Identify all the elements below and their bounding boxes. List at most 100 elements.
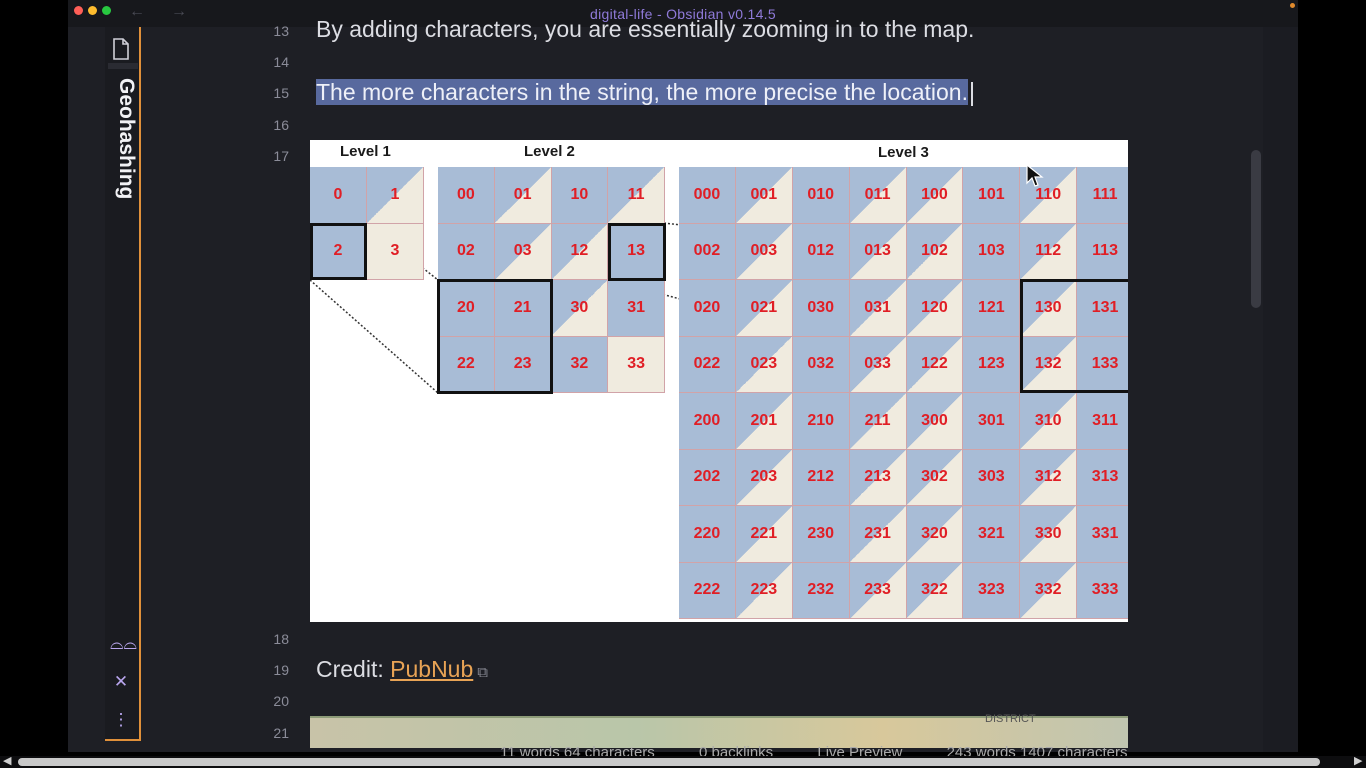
line-number: 19 — [273, 662, 289, 678]
geohash-cell: 303 — [963, 449, 1021, 506]
geohash-cell: 021 — [735, 280, 793, 337]
geohash-cell: 000 — [679, 167, 736, 224]
geohash-cell: 121 — [963, 280, 1021, 337]
text-cursor — [970, 81, 973, 106]
geohash-cell: 022 — [679, 336, 736, 393]
geohash-cell: 012 — [792, 223, 850, 280]
geohash-cell: 332 — [1020, 562, 1078, 619]
geohash-cell: 311 — [1077, 393, 1128, 450]
geohash-cell: 33 — [608, 336, 665, 393]
line-number: 17 — [273, 148, 289, 164]
geohash-cell: 230 — [792, 506, 850, 563]
geohash-cell: 03 — [494, 223, 552, 280]
geohash-cell: 202 — [679, 449, 736, 506]
geohash-cell: 0 — [310, 167, 367, 224]
geohash-cell: 322 — [906, 562, 964, 619]
geohash-cell: 310 — [1020, 393, 1078, 450]
geohash-cell: 023 — [735, 336, 793, 393]
line-number: 20 — [273, 693, 289, 709]
editor-mode[interactable]: Live Preview — [817, 744, 902, 756]
geohash-cell: 002 — [679, 223, 736, 280]
geohash-cell: 031 — [849, 280, 907, 337]
geohash-cell: 3 — [367, 223, 424, 280]
backlinks-count[interactable]: 0 backlinks — [699, 744, 773, 756]
geohash-cell: 213 — [849, 449, 907, 506]
geohash-cell: 120 — [906, 280, 964, 337]
line-number: 21 — [273, 725, 289, 741]
geohash-cell: 233 — [849, 562, 907, 619]
scroll-left-icon[interactable]: ◀ — [3, 754, 11, 767]
geohash-cell: 100 — [906, 167, 964, 224]
notification-dot — [1290, 3, 1295, 8]
geohash-cell: 102 — [906, 223, 964, 280]
geohash-cell: 001 — [735, 167, 793, 224]
geohash-cell: 313 — [1077, 449, 1128, 506]
geohash-cell: 222 — [679, 562, 736, 619]
more-options-icon[interactable]: ⋮ — [110, 710, 132, 730]
selection-word-count: 11 words 64 characters — [500, 744, 655, 756]
geohash-cell: 01 — [494, 167, 552, 224]
geohash-cell: 123 — [963, 336, 1021, 393]
pubnub-link[interactable]: PubNub — [390, 656, 473, 682]
geohash-cell: 12 — [551, 223, 609, 280]
geohash-cell: 301 — [963, 393, 1021, 450]
status-bar: 11 words 64 characters 0 backlinks Live … — [500, 742, 1280, 756]
geohash-cell: 300 — [906, 393, 964, 450]
glasses-icon[interactable]: ⌓⌓ — [110, 634, 137, 654]
document-word-count: 243 words 1407 characters — [946, 744, 1128, 756]
geohash-cell: 200 — [679, 393, 736, 450]
geohash-cell: 330 — [1020, 506, 1078, 563]
geohash-cell: 201 — [735, 393, 793, 450]
geohash-cell: 321 — [963, 506, 1021, 563]
mouse-pointer-icon — [1026, 163, 1044, 188]
line-number: 18 — [273, 631, 289, 647]
sidebar-divider — [108, 63, 138, 69]
geohash-cell: 112 — [1020, 223, 1078, 280]
geohash-cell: 32 — [551, 336, 609, 393]
close-icon[interactable]: ✕ — [110, 672, 132, 692]
line-number: 14 — [273, 54, 289, 70]
geohash-cell: 013 — [849, 223, 907, 280]
level-1-label: Level 1 — [340, 143, 391, 160]
geohash-cell: 220 — [679, 506, 736, 563]
vertical-scrollbar[interactable] — [1251, 150, 1261, 308]
geohash-cell: 032 — [792, 336, 850, 393]
geohash-cell: 232 — [792, 562, 850, 619]
geohash-cell: 211 — [849, 393, 907, 450]
editor-text-line[interactable]: By adding characters, you are essentiall… — [316, 16, 974, 43]
sidebar-pane-title[interactable]: Geohashing — [108, 78, 138, 218]
vertical-scroll-track — [1263, 27, 1298, 752]
geohash-cell: 00 — [438, 167, 495, 224]
highlight-box-level-2-13 — [608, 223, 666, 281]
geohash-cell: 221 — [735, 506, 793, 563]
geohash-cell: 122 — [906, 336, 964, 393]
map-district-label: DISTRICT — [985, 713, 1036, 725]
geohash-cell: 1 — [367, 167, 424, 224]
geohash-cell: 31 — [608, 280, 665, 337]
editor-text-line-selected[interactable]: The more characters in the string, the m… — [316, 79, 973, 106]
geohash-cell: 210 — [792, 393, 850, 450]
scroll-right-icon[interactable]: ▶ — [1354, 754, 1362, 767]
credit-label: Credit: — [316, 656, 391, 682]
geohash-cell: 010 — [792, 167, 850, 224]
geohash-levels-image: Level 1 Level 2 Level 3 0123 00 01 10 11 02 0… — [310, 140, 1128, 622]
external-link-icon: ⧉ — [477, 664, 488, 681]
geohash-cell: 033 — [849, 336, 907, 393]
selected-text[interactable]: The more characters in the string, the m… — [316, 79, 968, 105]
geohash-cell: 323 — [963, 562, 1021, 619]
highlight-box-level-3 — [1020, 279, 1128, 393]
line-number: 16 — [273, 117, 289, 133]
geohash-cell: 02 — [438, 223, 495, 280]
horizontal-scrollbar[interactable] — [18, 758, 1320, 766]
geohash-cell: 30 — [551, 280, 609, 337]
geohash-cell: 312 — [1020, 449, 1078, 506]
geohash-cell: 231 — [849, 506, 907, 563]
geohash-cell: 111 — [1077, 167, 1128, 224]
credit-line: Credit: PubNub ⧉ — [316, 656, 488, 683]
file-icon[interactable] — [112, 38, 130, 60]
geohash-cell: 203 — [735, 449, 793, 506]
geohash-cell: 212 — [792, 449, 850, 506]
geohash-cell: 020 — [679, 280, 736, 337]
highlight-box-level-1 — [310, 223, 367, 280]
geohash-cell: 333 — [1077, 562, 1128, 619]
